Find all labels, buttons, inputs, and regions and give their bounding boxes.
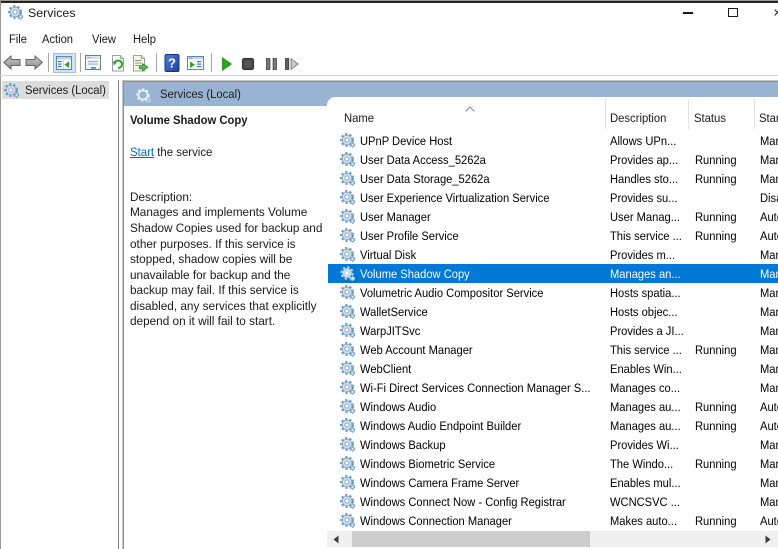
svg-text:?: ? xyxy=(168,56,176,71)
